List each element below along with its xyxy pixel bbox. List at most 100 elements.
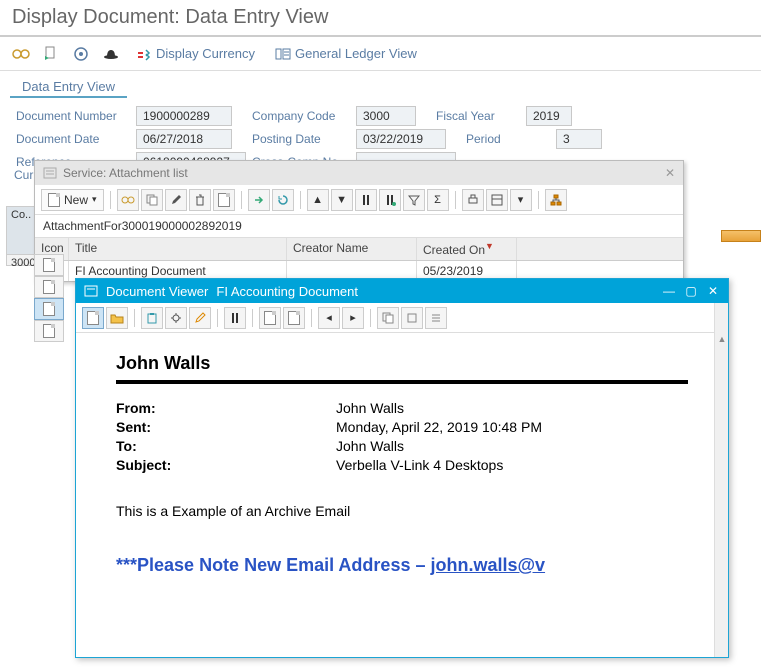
stack-icon[interactable] bbox=[401, 307, 423, 329]
close-icon[interactable]: ✕ bbox=[706, 284, 720, 298]
find-icon[interactable] bbox=[355, 189, 377, 211]
attachment-context: AttachmentFor300019000002892019 bbox=[35, 215, 683, 238]
attachment-item-3[interactable] bbox=[34, 298, 64, 320]
note-prefix: ***Please Note New Email Address – bbox=[116, 555, 430, 575]
viewer-icon bbox=[84, 285, 98, 297]
chevron-down-icon: ▾ bbox=[92, 194, 97, 205]
company-code-label: Company Code bbox=[252, 109, 356, 123]
export-icon[interactable] bbox=[248, 189, 270, 211]
attachment-dialog-titlebar: Service: Attachment list ✕ bbox=[35, 161, 683, 185]
page-icon bbox=[48, 193, 60, 207]
display-currency-label: Display Currency bbox=[156, 46, 255, 61]
to-label: To: bbox=[116, 438, 336, 454]
maximize-icon[interactable]: ▢ bbox=[684, 284, 698, 298]
divider bbox=[116, 380, 688, 384]
refresh-icon[interactable] bbox=[272, 189, 294, 211]
filter-icon[interactable] bbox=[403, 189, 425, 211]
viewer-titlebar[interactable]: Document Viewer FI Accounting Document —… bbox=[76, 279, 728, 303]
subject-value: Verbella V-Link 4 Desktops bbox=[336, 457, 503, 473]
sort-asc-icon[interactable]: ▲ bbox=[307, 189, 329, 211]
document-viewer-window: Document Viewer FI Accounting Document —… bbox=[75, 278, 729, 658]
from-value: John Walls bbox=[336, 400, 404, 416]
new-label: New bbox=[64, 193, 88, 207]
attachment-table-header: Icon Title Creator Name Created On▼ bbox=[35, 238, 683, 261]
glasses-icon[interactable] bbox=[10, 43, 32, 65]
find-next-icon[interactable] bbox=[379, 189, 401, 211]
dialog-icon bbox=[43, 167, 57, 179]
doc-date-field[interactable] bbox=[136, 129, 232, 149]
glasses-icon[interactable] bbox=[117, 189, 139, 211]
page-title: Display Document: Data Entry View bbox=[0, 0, 761, 37]
period-field[interactable] bbox=[556, 129, 602, 149]
attachment-dialog-title: Service: Attachment list bbox=[63, 166, 188, 180]
posting-date-label: Posting Date bbox=[252, 132, 356, 146]
first-page-icon[interactable] bbox=[283, 307, 305, 329]
viewer-scrollbar[interactable]: ▲ bbox=[714, 303, 728, 657]
delete-icon[interactable] bbox=[189, 189, 211, 211]
line-items-grid-stub: Co.. 3000 bbox=[6, 206, 36, 266]
subject-label: Subject: bbox=[116, 457, 336, 473]
copy-icon[interactable] bbox=[141, 189, 163, 211]
next-page-icon[interactable]: ▸ bbox=[342, 307, 364, 329]
hat-icon[interactable] bbox=[100, 43, 122, 65]
viewer-title-prefix: Document Viewer bbox=[106, 284, 208, 299]
grid-highlight-stub bbox=[721, 230, 761, 242]
layout-icon[interactable] bbox=[486, 189, 508, 211]
dialog-close-icon[interactable]: ✕ bbox=[665, 166, 675, 180]
posting-date-field[interactable] bbox=[356, 129, 446, 149]
doc-date-label: Document Date bbox=[16, 132, 136, 146]
sort-desc-icon[interactable]: ▼ bbox=[331, 189, 353, 211]
edit-icon[interactable] bbox=[165, 189, 187, 211]
to-value: John Walls bbox=[336, 438, 404, 454]
sent-label: Sent: bbox=[116, 419, 336, 435]
attachment-toolbar: New ▾ ▲ ▼ Σ ▾ bbox=[35, 185, 683, 215]
clipboard-icon[interactable] bbox=[141, 307, 163, 329]
sum-icon[interactable]: Σ bbox=[427, 189, 449, 211]
general-ledger-label: General Ledger View bbox=[295, 46, 417, 61]
doc-number-field[interactable] bbox=[136, 106, 232, 126]
folder-open-icon[interactable] bbox=[106, 307, 128, 329]
attachment-sidebar bbox=[34, 254, 68, 342]
hierarchy-icon[interactable] bbox=[545, 189, 567, 211]
viewer-content: John Walls From: John Walls Sent: Monday… bbox=[76, 333, 728, 596]
doc-number-label: Document Number bbox=[16, 109, 136, 123]
display-toggle-icon[interactable] bbox=[70, 43, 92, 65]
col-title[interactable]: Title bbox=[69, 238, 287, 260]
attachment-item-2[interactable] bbox=[34, 276, 64, 298]
settings-icon[interactable] bbox=[165, 307, 187, 329]
info-icon[interactable] bbox=[189, 307, 211, 329]
main-toolbar: Display Currency General Ledger View bbox=[0, 37, 761, 71]
minimize-icon[interactable]: — bbox=[662, 284, 676, 298]
email-note: ***Please Note New Email Address – john.… bbox=[116, 555, 688, 576]
grid-col-header: Co.. bbox=[7, 207, 35, 255]
document-icon[interactable] bbox=[213, 189, 235, 211]
fiscal-year-label: Fiscal Year bbox=[436, 109, 526, 123]
col-creator[interactable]: Creator Name bbox=[287, 238, 417, 260]
grid-row: 3000 bbox=[7, 255, 35, 271]
currency-label: Cur bbox=[14, 168, 33, 182]
email-body: This is a Example of an Archive Email bbox=[116, 503, 688, 519]
document-back-icon[interactable] bbox=[40, 43, 62, 65]
attachment-item-4[interactable] bbox=[34, 320, 64, 342]
sent-value: Monday, April 22, 2019 10:48 PM bbox=[336, 419, 542, 435]
fiscal-year-field[interactable] bbox=[526, 106, 572, 126]
viewer-toolbar: ◂ ▸ bbox=[76, 303, 728, 333]
display-currency-button[interactable]: Display Currency bbox=[130, 46, 261, 61]
list-icon[interactable] bbox=[425, 307, 447, 329]
page-nav-icon[interactable] bbox=[259, 307, 281, 329]
print-icon[interactable] bbox=[462, 189, 484, 211]
attachment-item-1[interactable] bbox=[34, 254, 64, 276]
col-created[interactable]: Created On▼ bbox=[417, 238, 517, 260]
attachment-list-dialog: Service: Attachment list ✕ New ▾ ▲ ▼ Σ ▾… bbox=[34, 160, 684, 282]
layout-dropdown-icon[interactable]: ▾ bbox=[510, 189, 532, 211]
period-label: Period bbox=[466, 132, 526, 146]
email-sender-name: John Walls bbox=[116, 353, 688, 374]
note-email-link[interactable]: john.walls@v bbox=[430, 555, 545, 575]
company-code-field[interactable] bbox=[356, 106, 416, 126]
copy-page-icon[interactable] bbox=[377, 307, 399, 329]
page-icon[interactable] bbox=[82, 307, 104, 329]
prev-page-icon[interactable]: ◂ bbox=[318, 307, 340, 329]
binoculars-icon[interactable] bbox=[224, 307, 246, 329]
general-ledger-button[interactable]: General Ledger View bbox=[269, 46, 423, 61]
new-attachment-button[interactable]: New ▾ bbox=[41, 189, 104, 211]
